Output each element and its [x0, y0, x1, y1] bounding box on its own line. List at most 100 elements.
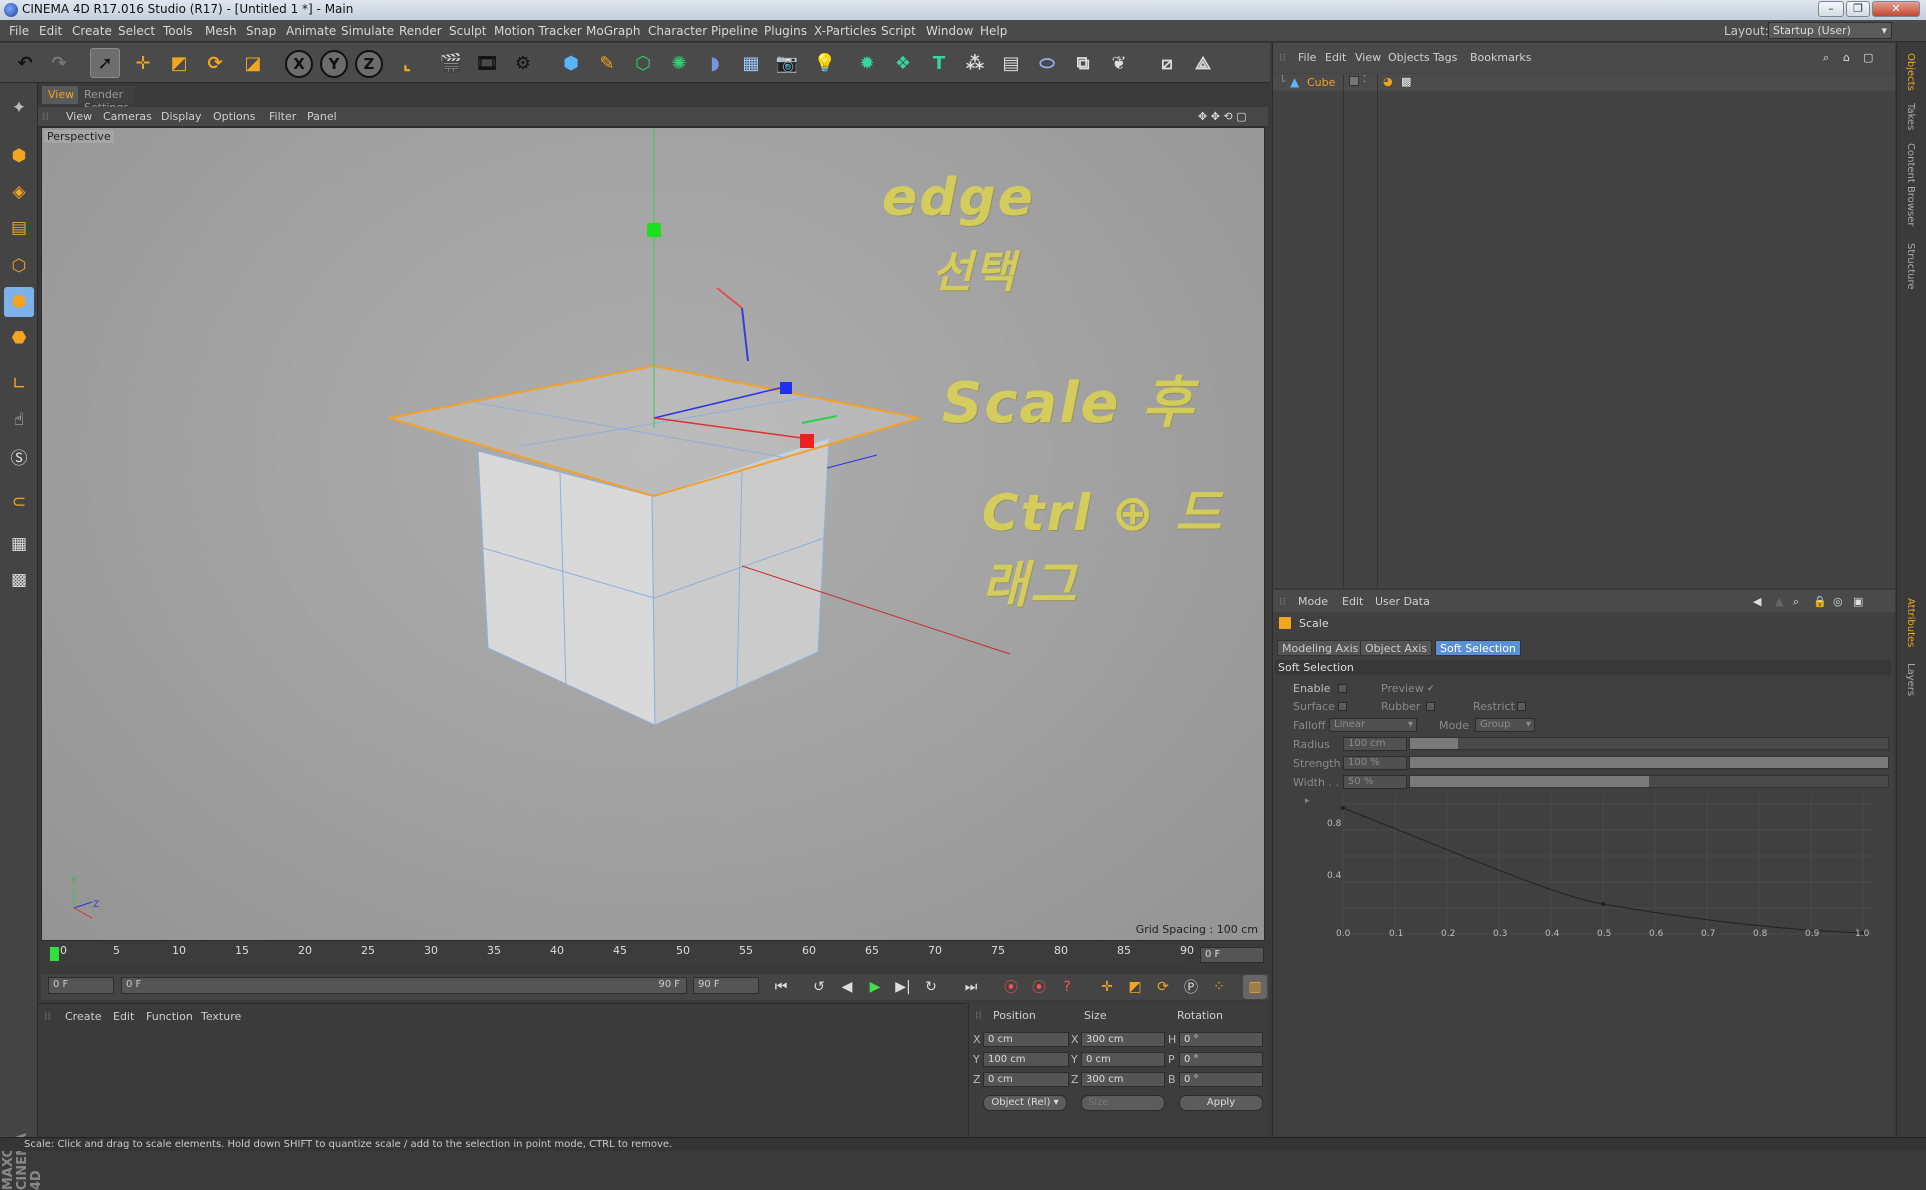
tweak-mode-icon[interactable]: ☝ [4, 405, 34, 435]
objects-menu-bookmarks[interactable]: Bookmarks [1470, 51, 1531, 64]
menu-script[interactable]: Script [881, 24, 916, 38]
viewport-menu-panel[interactable]: Panel [307, 110, 337, 123]
play-icon[interactable]: ▶ [863, 975, 887, 999]
objects-menu-file[interactable]: File [1298, 51, 1316, 64]
deformer-icon[interactable]: ◗ [700, 48, 730, 78]
solo-icon[interactable]: Ⓢ [4, 441, 34, 471]
step-forward-icon[interactable]: ▶| [891, 975, 915, 999]
menu-file[interactable]: File [9, 24, 29, 38]
radius-field[interactable]: 100 cm [1343, 737, 1407, 751]
tab-soft-selection[interactable]: Soft Selection [1435, 640, 1521, 656]
model-mode-icon[interactable]: ⬢ [4, 141, 34, 171]
curve-knot[interactable] [1601, 902, 1605, 906]
viewport-menu-view[interactable]: View [66, 110, 92, 123]
min-frame-field[interactable]: 0 F [48, 977, 114, 994]
xp-generator-icon[interactable]: ⁂ [960, 48, 990, 78]
visibility-dots-icon[interactable]: ⁚ [1363, 74, 1366, 85]
rotate-icon[interactable]: ⟳ [200, 48, 230, 78]
width-field[interactable]: 50 % [1343, 775, 1407, 789]
menu-tools[interactable]: Tools [163, 24, 193, 38]
render-picture-viewer-icon[interactable]: 🎞 [472, 48, 502, 78]
playhead[interactable] [50, 947, 59, 961]
menu-mesh[interactable]: Mesh [205, 24, 237, 38]
snap-icon[interactable]: ⊂ [4, 487, 34, 517]
size-mode-dropdown[interactable]: Size [1081, 1095, 1165, 1111]
rotation-b-field[interactable]: 0 ° [1179, 1072, 1263, 1087]
enable-checkbox[interactable] [1338, 684, 1347, 693]
new-panel-icon[interactable]: ▣ [1853, 595, 1863, 608]
target-icon[interactable]: ◎ [1833, 595, 1843, 608]
y-axis-lock-button[interactable]: Y [320, 50, 348, 78]
go-to-start-icon[interactable]: ⏮ [769, 975, 793, 999]
menu-simulate[interactable]: Simulate [341, 24, 394, 38]
xp-system-icon[interactable]: ❖ [888, 48, 918, 78]
make-editable-icon[interactable]: ✦ [4, 93, 34, 123]
layer-icon[interactable] [1349, 76, 1359, 86]
falloff-curve-graph[interactable]: 0.8 0.4 0.0 0.1 0.2 0.3 0.4 0.5 0.6 0.7 … [1315, 796, 1891, 946]
keyframe-selection-icon[interactable]: ? [1055, 975, 1079, 999]
objects-menu-objects[interactable]: Objects [1388, 51, 1430, 64]
position-z-field[interactable]: 0 cm [983, 1072, 1069, 1087]
home-icon[interactable]: ⌂ [1843, 51, 1850, 64]
menu-motion-tracker[interactable]: Motion Tracker [494, 24, 582, 38]
coordinate-system-icon[interactable]: ⌞ [392, 48, 422, 78]
menu-render[interactable]: Render [399, 24, 442, 38]
viewport-menu-filter[interactable]: Filter [269, 110, 296, 123]
search-icon[interactable]: ⌕ [1793, 595, 1799, 609]
z-axis-lock-button[interactable]: Z [355, 50, 383, 78]
surface-checkbox[interactable] [1338, 702, 1347, 711]
xp-explosia-icon[interactable]: ❦ [1104, 48, 1134, 78]
gizmo-z-handle[interactable] [780, 382, 792, 394]
attr-menu-mode[interactable]: Mode [1298, 595, 1328, 608]
menu-window[interactable]: Window [926, 24, 973, 38]
text-icon[interactable]: T [924, 48, 954, 78]
polygons-mode-icon[interactable]: ⬣ [4, 323, 34, 353]
attr-menu-edit[interactable]: Edit [1342, 595, 1363, 608]
pen-spline-icon[interactable]: ✎ [592, 48, 622, 78]
render-settings-icon[interactable]: ⚙ [508, 48, 538, 78]
menu-character[interactable]: Character [648, 24, 707, 38]
menu-create[interactable]: Create [72, 24, 112, 38]
restrict-checkbox[interactable] [1517, 702, 1526, 711]
tab-takes-vertical[interactable]: Takes [1905, 103, 1916, 130]
tab-content-browser-vertical[interactable]: Content Browser [1905, 143, 1916, 226]
array-icon[interactable]: ✺ [664, 48, 694, 78]
render-view-icon[interactable]: 🎬 [436, 48, 466, 78]
scale-icon[interactable]: ◩ [164, 48, 194, 78]
mode-dropdown[interactable]: Group ▾ [1475, 718, 1535, 732]
autokey-icon[interactable]: ⦿ [1027, 975, 1051, 999]
size-x-field[interactable]: 300 cm [1081, 1032, 1165, 1047]
material-menu-edit[interactable]: Edit [113, 1010, 134, 1023]
material-menu-create[interactable]: Create [65, 1010, 102, 1023]
menu-sculpt[interactable]: Sculpt [449, 24, 486, 38]
lock-icon[interactable]: 🔒 [1813, 595, 1827, 608]
go-to-end-icon[interactable]: ⏭ [959, 975, 983, 999]
search-icon[interactable]: ⌕ [1823, 51, 1829, 65]
size-z-field[interactable]: 300 cm [1081, 1072, 1165, 1087]
texture-tag-icon[interactable]: ▩ [1401, 75, 1411, 88]
viewport-menu-display[interactable]: Display [161, 110, 202, 123]
camera-icon[interactable]: 📷 [772, 48, 802, 78]
position-x-field[interactable]: 0 cm [983, 1032, 1069, 1047]
workplane-lock-icon[interactable]: ▦ [4, 529, 34, 559]
material-menu-texture[interactable]: Texture [201, 1010, 241, 1023]
viewport-menu-cameras[interactable]: Cameras [103, 110, 152, 123]
rubber-checkbox[interactable] [1426, 702, 1435, 711]
menu-edit[interactable]: Edit [39, 24, 62, 38]
move-icon[interactable]: ✛ [128, 48, 158, 78]
apply-button[interactable]: Apply [1179, 1095, 1263, 1111]
step-back-icon[interactable]: ◀ [835, 975, 859, 999]
current-frame-field[interactable]: 0 F [1200, 947, 1264, 963]
minimize-button[interactable]: – [1818, 1, 1844, 17]
tab-objects-vertical[interactable]: Objects [1905, 53, 1916, 91]
tab-layers-vertical[interactable]: Layers [1905, 663, 1916, 696]
menu-help[interactable]: Help [980, 24, 1007, 38]
timeline-scheme-icon[interactable]: ▥ [1243, 975, 1267, 999]
rotation-h-field[interactable]: 0 ° [1179, 1032, 1263, 1047]
x-axis-lock-button[interactable]: X [285, 50, 313, 78]
tab-attributes-vertical[interactable]: Attributes [1905, 598, 1916, 647]
menu-select[interactable]: Select [118, 24, 155, 38]
xp-cache-icon[interactable]: ⬭ [1032, 48, 1062, 78]
tab-modeling-axis[interactable]: Modeling Axis [1277, 640, 1364, 656]
maximize-button[interactable]: ❐ [1846, 1, 1870, 17]
